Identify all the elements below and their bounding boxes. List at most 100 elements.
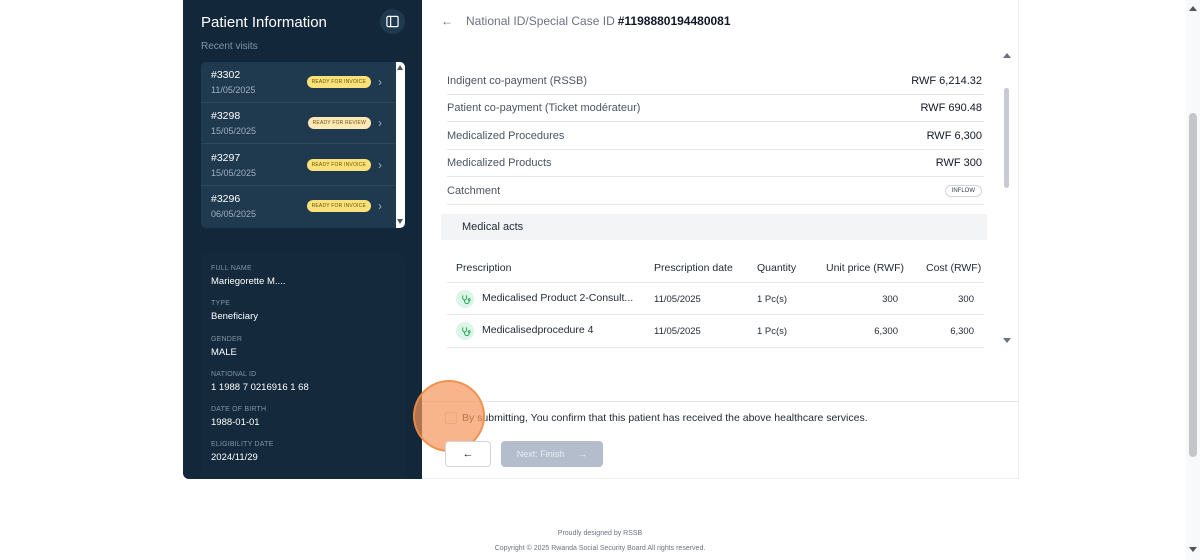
divider: [422, 401, 1018, 402]
payment-label: Medicalized Products: [447, 157, 552, 169]
cost: 6,300: [950, 326, 974, 337]
field-value: MALE: [211, 347, 237, 358]
chevron-right-icon[interactable]: ›: [378, 117, 388, 129]
back-arrow-icon: ←: [462, 448, 474, 460]
patient-details: FULL NAME Mariegorette M.... TYPE Benefi…: [201, 253, 405, 479]
payment-row: Patient co-payment (Ticket modérateur) R…: [447, 95, 984, 122]
stethoscope-icon: [456, 322, 474, 340]
catchment-badge: INFLOW: [944, 185, 982, 197]
status-badge: READY FOR INVOICE: [306, 76, 371, 88]
payment-label: Indigent co-payment (RSSB): [447, 75, 588, 87]
field-label: FULL NAME: [211, 265, 252, 272]
payment-label: Patient co-payment (Ticket modérateur): [447, 102, 641, 114]
status-badge: READY FOR INVOICE: [306, 159, 371, 171]
cost: 300: [958, 294, 974, 305]
payment-row: Medicalized Products RWF 300: [447, 150, 984, 177]
section-title: Medical acts: [462, 221, 524, 233]
field-value: 1988-01-01: [211, 417, 260, 428]
visit-item[interactable]: #3297 15/05/2025 READY FOR INVOICE ›: [201, 145, 396, 186]
visit-item[interactable]: #3298 15/05/2025 READY FOR REVIEW ›: [201, 103, 396, 144]
payment-row: Medicalized Procedures RWF 6,300: [447, 123, 984, 150]
id-value: #1198880194480081: [617, 14, 731, 28]
prescription-date: 11/05/2025: [654, 326, 701, 337]
visit-item[interactable]: #3302 11/05/2025 READY FOR INVOICE ›: [201, 62, 396, 103]
chevron-right-icon[interactable]: ›: [378, 159, 388, 171]
payment-label: Medicalized Procedures: [447, 130, 565, 142]
col-header-cost: Cost (RWF): [926, 262, 982, 274]
patient-sidebar: Patient Information Recent visits #3302 …: [183, 0, 422, 479]
field-label: DATE OF BIRTH: [211, 406, 267, 413]
sidebar-toggle-button[interactable]: [380, 9, 405, 34]
unit-price: 300: [882, 294, 898, 305]
field-value: 2024/11/29: [211, 452, 258, 463]
field-value: Beneficiary: [211, 311, 258, 322]
content-scrollbar[interactable]: [1001, 48, 1013, 346]
table-row: Medicalisedprocedure 4 11/05/2025 1 Pc(s…: [447, 315, 984, 348]
visit-id: #3297: [211, 152, 241, 164]
payment-row: Catchment INFLOW: [447, 178, 984, 205]
footer-credit: Proudly designed by RSSB: [557, 530, 643, 537]
sidebar-title: Patient Information: [201, 14, 327, 31]
scroll-up-icon[interactable]: [1189, 6, 1197, 11]
col-header-quantity: Quantity: [757, 262, 797, 274]
payment-row: Indigent co-payment (RSSB) RWF 6,214.32: [447, 68, 984, 95]
stethoscope-icon: [456, 290, 474, 308]
unit-price: 6,300: [874, 326, 898, 337]
arrow-right-icon: →: [578, 449, 588, 459]
field-type: TYPE Beneficiary: [211, 300, 258, 322]
scroll-down-icon[interactable]: [1003, 338, 1011, 343]
visit-id: #3298: [211, 110, 241, 122]
medical-acts-header: Medical acts: [441, 214, 987, 240]
visit-date: 11/05/2025: [211, 85, 256, 95]
prescription-name: Medicalisedprocedure 4: [482, 324, 594, 336]
page-header: ← National ID/Special Case ID #119888019…: [441, 14, 731, 28]
footer-copyright: Copyright © 2025 Rwanda Social Security …: [494, 545, 706, 552]
page-scrollbar[interactable]: [1186, 0, 1200, 560]
scroll-thumb[interactable]: [1004, 88, 1009, 188]
field-full-name: FULL NAME Mariegorette M....: [211, 265, 285, 287]
field-label: GENDER: [211, 336, 243, 343]
field-value: Mariegorette M....: [211, 276, 286, 287]
field-label: TYPE: [211, 300, 231, 307]
payment-value: RWF 6,300: [926, 130, 982, 142]
payment-value: RWF 6,214.32: [911, 75, 982, 87]
scroll-up-icon[interactable]: [397, 65, 403, 70]
field-date-of-birth: DATE OF BIRTH 1988-01-01: [211, 406, 266, 428]
field-label: ELIGIBILITY DATE: [211, 441, 274, 448]
visit-item[interactable]: #3296 06/05/2025 READY FOR INVOICE ›: [201, 186, 396, 227]
scroll-up-icon[interactable]: [1003, 53, 1011, 58]
col-header-date: Prescription date: [654, 262, 733, 274]
field-gender: GENDER MALE: [211, 336, 242, 358]
field-value: 1 1988 7 0216916 1 68: [211, 382, 309, 393]
recent-visits-label: Recent visits: [201, 41, 258, 52]
prescription-name: Medicalised Product 2-Consult...: [482, 292, 634, 304]
visit-date: 15/05/2025: [211, 126, 257, 136]
next-finish-button[interactable]: Next: Finish →: [501, 441, 603, 467]
col-header-unit-price: Unit price (RWF): [826, 262, 904, 274]
back-button[interactable]: ←: [445, 441, 491, 467]
scroll-thumb[interactable]: [1189, 113, 1197, 457]
table-row: Medicalised Product 2-Consult... 11/05/2…: [447, 282, 984, 315]
quantity: 1 Pc(s): [757, 294, 788, 305]
chevron-right-icon[interactable]: ›: [378, 76, 388, 88]
status-badge: READY FOR REVIEW: [307, 117, 371, 129]
quantity: 1 Pc(s): [757, 326, 788, 337]
visit-date: 15/05/2025: [211, 168, 257, 178]
confirm-text: By submitting, You confirm that this pat…: [462, 412, 868, 424]
scroll-down-icon[interactable]: [397, 219, 403, 224]
payment-value: RWF 300: [935, 157, 982, 169]
payment-value: RWF 690.48: [920, 102, 982, 114]
back-arrow-icon[interactable]: ←: [441, 14, 453, 28]
confirmation-row: By submitting, You confirm that this pat…: [445, 412, 868, 424]
col-header-prescription: Prescription: [456, 262, 512, 274]
prescription-date: 11/05/2025: [654, 294, 701, 305]
chevron-right-icon[interactable]: ›: [378, 200, 388, 212]
visits-scrollbar[interactable]: [396, 62, 405, 228]
field-label: NATIONAL ID: [211, 371, 257, 378]
recent-visits-list: #3302 11/05/2025 READY FOR INVOICE › #32…: [201, 62, 405, 228]
visit-id: #3296: [211, 193, 241, 205]
scroll-down-icon[interactable]: [1189, 547, 1197, 552]
sidebar-toggle-icon: [386, 15, 399, 28]
field-national-id: NATIONAL ID 1 1988 7 0216916 1 68: [211, 371, 309, 393]
next-label: Next: Finish: [516, 449, 565, 459]
